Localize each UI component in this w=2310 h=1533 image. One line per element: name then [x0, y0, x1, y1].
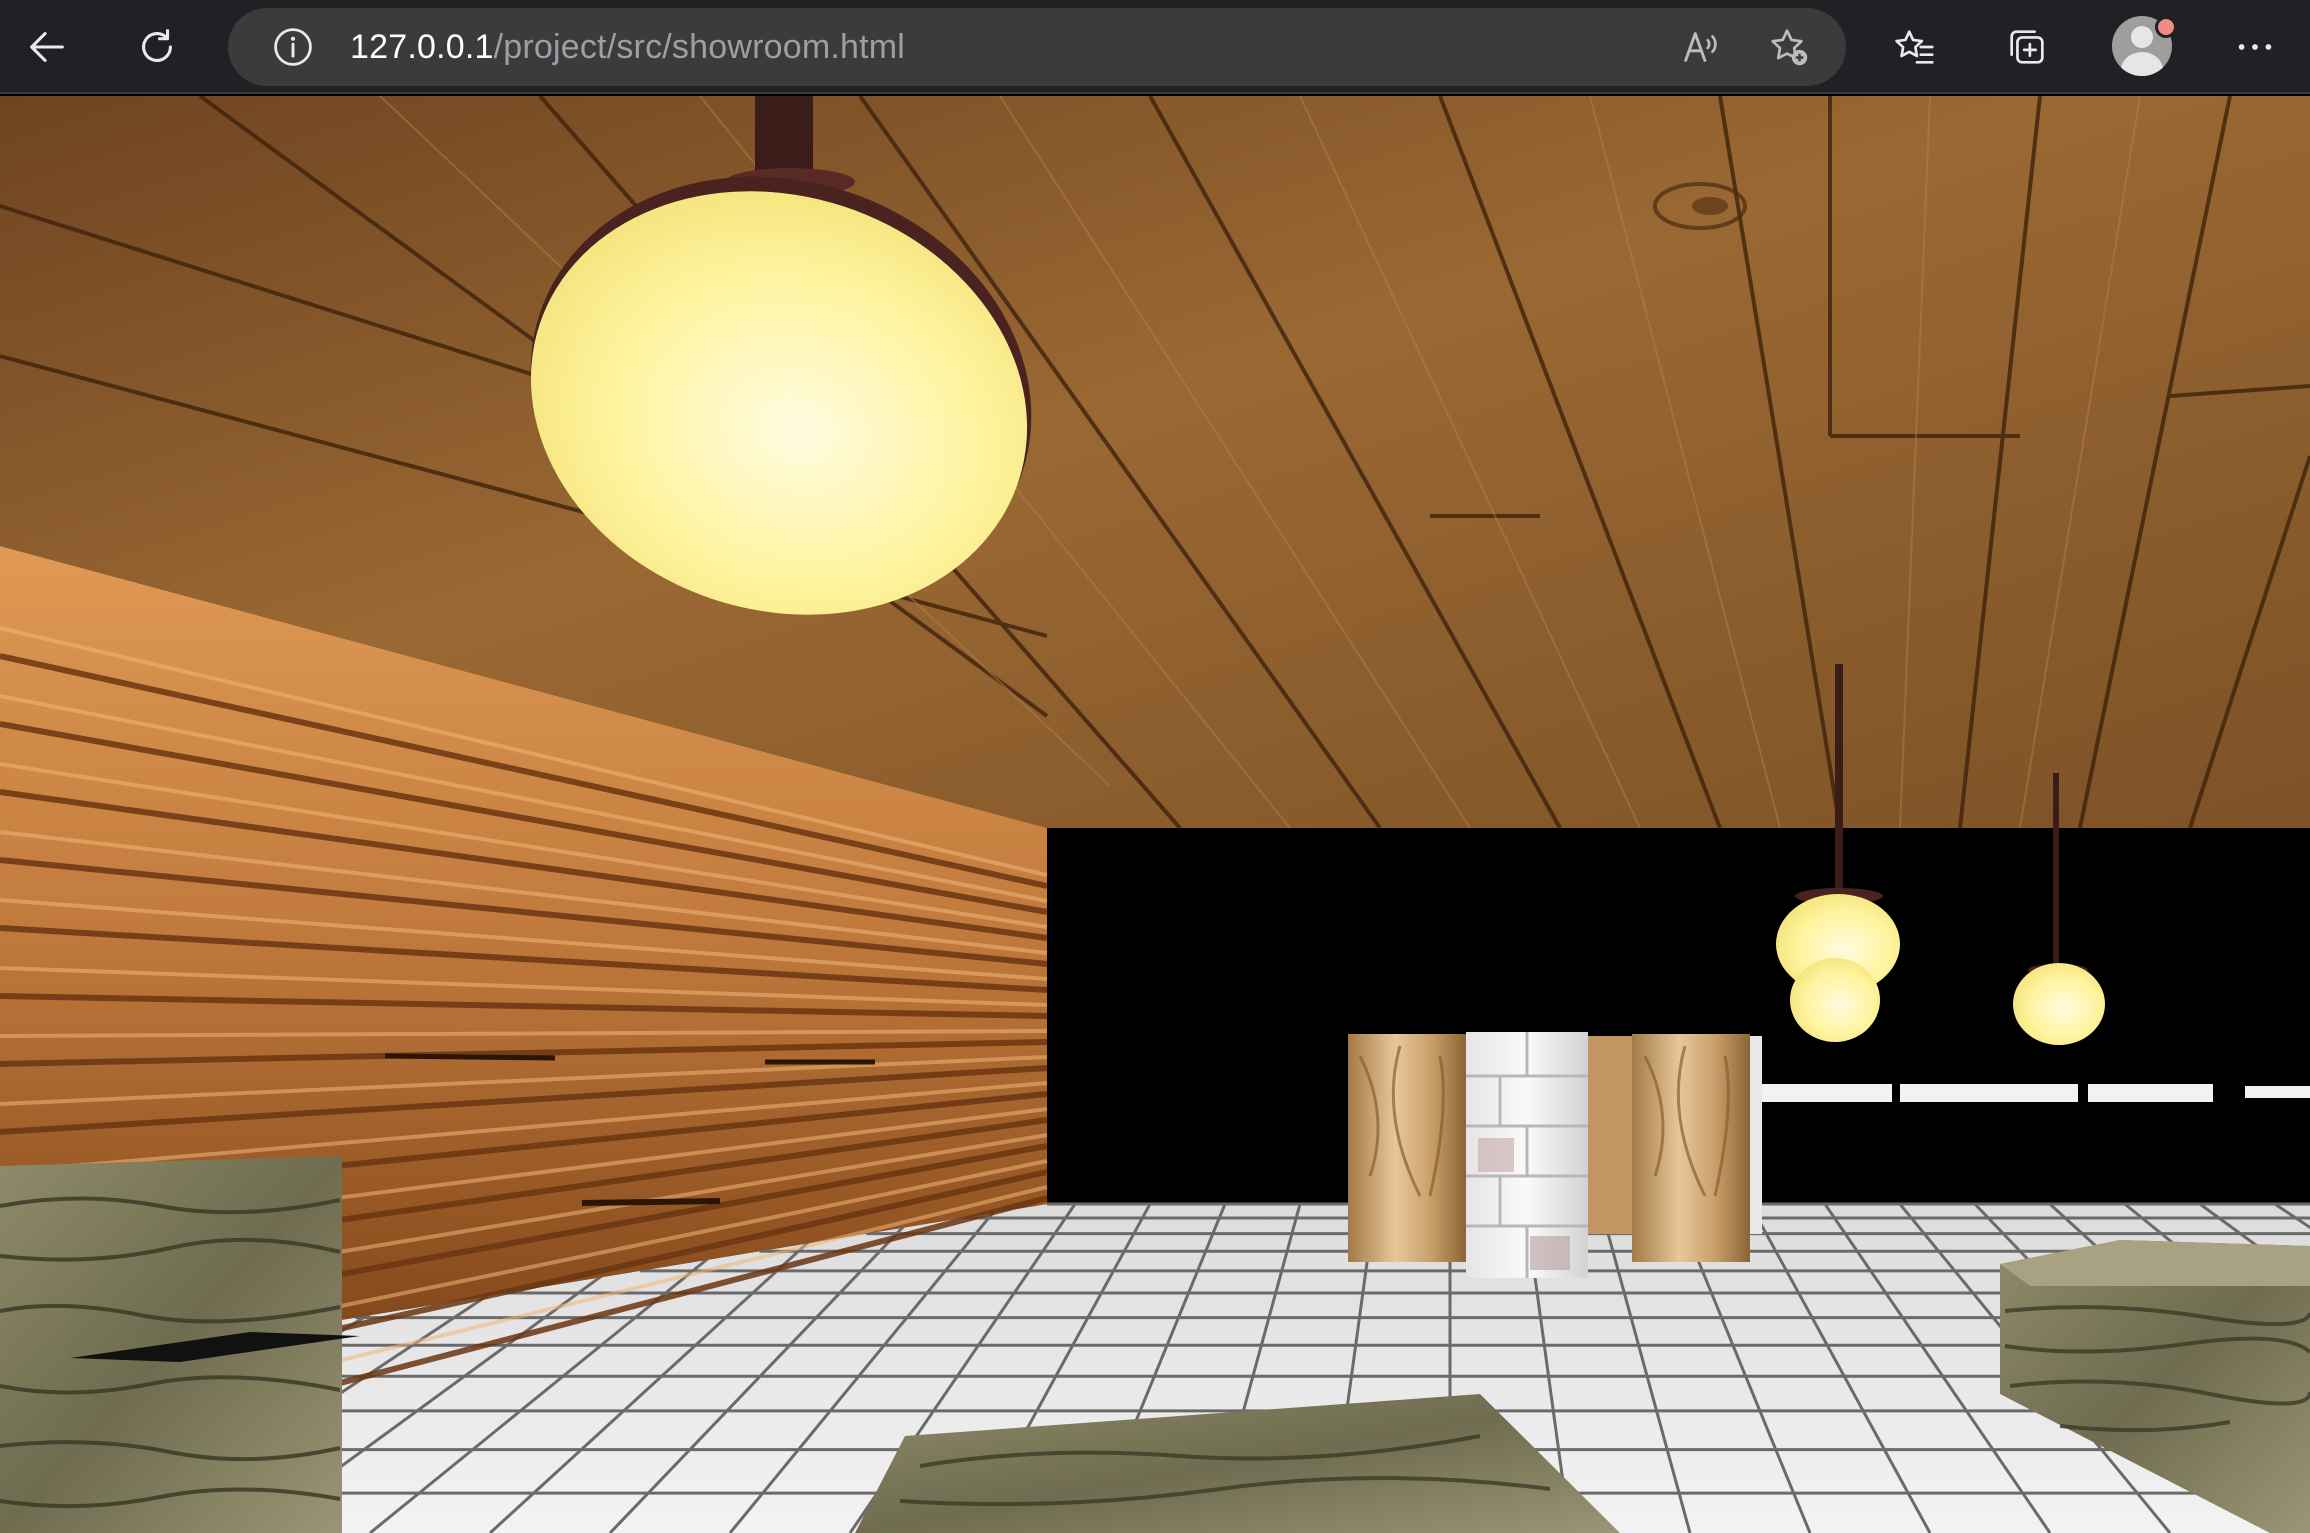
profile-avatar-body: [2121, 52, 2163, 76]
back-arrow-icon: [30, 32, 64, 62]
url-host: 127.0.0.1: [350, 28, 494, 66]
webgl-canvas[interactable]: [0, 96, 2310, 1533]
refresh-icon: [142, 29, 172, 62]
profile-notification-dot: [2155, 16, 2177, 38]
wood-pillar-back: [1588, 1036, 1632, 1234]
showroom-scene: [0, 96, 2310, 1533]
more-dots-icon: [2238, 44, 2272, 50]
collections-icon: [2010, 30, 2044, 64]
wood-pillar-left: [1348, 1034, 1466, 1262]
address-bar[interactable]: 127.0.0.1/project/src/showroom.html: [228, 8, 1846, 86]
url-path: /project/src/showroom.html: [493, 28, 906, 66]
read-aloud-icon: [1684, 32, 1717, 62]
favorites-button[interactable]: [1882, 14, 1948, 80]
add-favorite-button[interactable]: [1764, 22, 1814, 72]
back-button[interactable]: [14, 14, 80, 80]
collections-button[interactable]: [1994, 14, 2060, 80]
more-button[interactable]: [2222, 14, 2288, 80]
info-icon: [274, 28, 312, 66]
profile-avatar-icon: [2131, 26, 2153, 48]
bark-block-left: [0, 1156, 360, 1533]
refresh-button[interactable]: [124, 14, 190, 80]
favorites-icon: [1895, 30, 1934, 64]
url-text[interactable]: 127.0.0.1/project/src/showroom.html: [350, 26, 905, 68]
stone-pillar: [1466, 1032, 1588, 1278]
browser-toolbar: 127.0.0.1/project/src/showroom.html: [0, 0, 2310, 94]
wood-pillar-right: [1632, 1034, 1762, 1262]
add-favorite-icon: [1771, 29, 1808, 66]
read-aloud-button[interactable]: [1676, 22, 1726, 72]
site-info-button[interactable]: [268, 22, 318, 72]
